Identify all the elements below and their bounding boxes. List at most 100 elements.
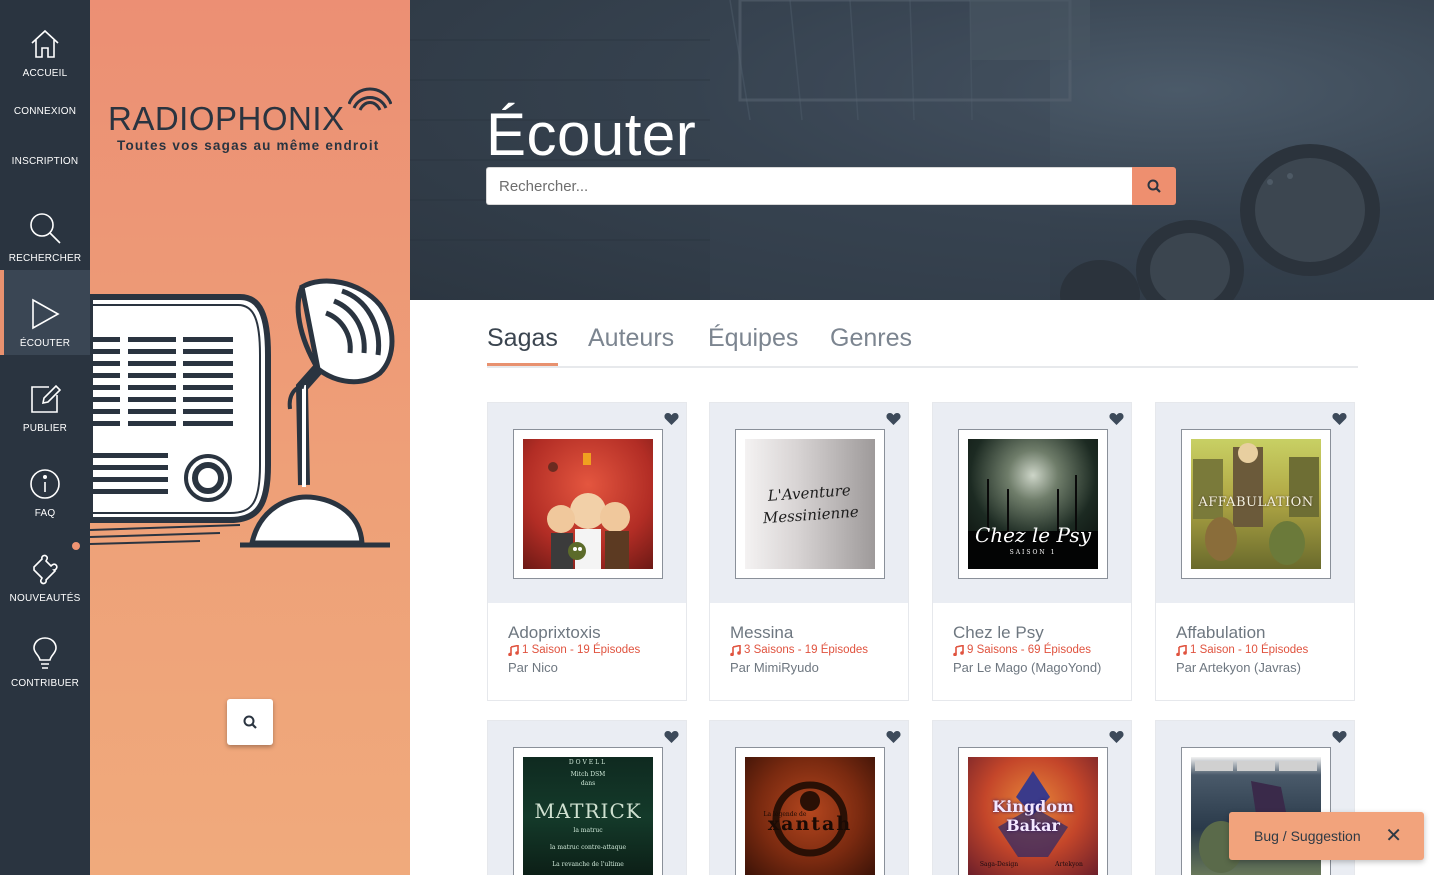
cover-frame: [513, 429, 663, 579]
heart-icon[interactable]: [1109, 412, 1124, 426]
notification-dot: [72, 542, 80, 550]
search-icon: [243, 715, 257, 729]
heart-icon[interactable]: [1332, 412, 1347, 426]
cover-chez-le-psy: Chez le Psy SAISON 1: [968, 439, 1098, 569]
saga-author[interactable]: Par Le Mago (MagoYond): [953, 657, 1111, 679]
card-body: Affabulation 1 Saison - 10 Épisodes Par …: [1156, 603, 1354, 700]
nav-item-nouveautes[interactable]: NOUVEAUTÉS: [0, 525, 90, 610]
bug-suggestion-widget[interactable]: Bug / Suggestion ✕: [1229, 812, 1424, 860]
cover-left: Saga-Design: [979, 861, 1019, 868]
saga-card[interactable]: La légende de xantah: [709, 720, 909, 875]
card-cover-area: L'Aventure Messinienne: [710, 403, 908, 603]
close-icon[interactable]: ✕: [1385, 826, 1402, 846]
nav-label: FAQ: [34, 508, 56, 519]
cover-line1: Mitch DSM: [570, 771, 606, 778]
saga-title[interactable]: Affabulation: [1176, 623, 1334, 643]
site-logo[interactable]: RADIOPHONIX: [108, 100, 345, 138]
heart-icon[interactable]: [886, 730, 901, 744]
nav-item-ecouter[interactable]: ÉCOUTER: [0, 270, 90, 355]
nav-item-accueil[interactable]: ACCUEIL: [0, 0, 90, 85]
nav-label: CONNEXION: [13, 106, 77, 117]
saga-card[interactable]: Adoprixtoxis 1 Saison - 19 Épisodes Par …: [487, 402, 687, 701]
card-cover-area: La légende de xantah: [710, 721, 908, 875]
cover-right: Artekyon: [1055, 861, 1083, 868]
card-body: Adoprixtoxis 1 Saison - 19 Épisodes Par …: [488, 603, 686, 700]
saga-meta-text: 1 Saison - 10 Épisodes: [1190, 644, 1309, 656]
tab-sagas[interactable]: Sagas: [487, 324, 558, 366]
cover-kingdom-bakar: Kingdom Bakar Saga-Design Artekyon: [968, 757, 1098, 875]
cover-subtitle: SAISON 1: [1009, 549, 1057, 556]
category-tabs: Sagas Auteurs Équipes Genres: [487, 322, 1358, 368]
search-button[interactable]: [1132, 167, 1176, 205]
saga-title[interactable]: Messina: [730, 623, 888, 643]
cover-line2: dans: [580, 780, 596, 787]
info-icon: [30, 469, 60, 499]
heart-icon[interactable]: [1109, 730, 1124, 744]
brand-panel: RADIOPHONIX Toutes vos sagas au même end…: [90, 0, 410, 875]
saga-card[interactable]: DOVELL Mitch DSM dans MATRICK la matruc …: [487, 720, 687, 875]
play-icon: [32, 298, 60, 330]
card-cover-area: DOVELL Mitch DSM dans MATRICK la matruc …: [488, 721, 686, 875]
search-icon: [30, 213, 61, 244]
nav-item-publier[interactable]: PUBLIER: [0, 355, 90, 440]
nav-label: ACCUEIL: [22, 68, 68, 79]
nav-label: PUBLIER: [22, 423, 68, 434]
saga-card[interactable]: AFFABULATION Affabulation 1 Saison - 10 …: [1155, 402, 1355, 701]
saga-meta: 1 Saison - 19 Épisodes: [508, 643, 666, 657]
nav-label: RECHERCHER: [8, 253, 82, 264]
cover-frame: AFFABULATION: [1181, 429, 1331, 579]
lightbulb-icon: [33, 637, 57, 669]
card-body: Messina 3 Saisons - 19 Épisodes Par Mimi…: [710, 603, 908, 700]
saga-author[interactable]: Par Artekyon (Javras): [1176, 657, 1334, 679]
hero-banner: Écouter: [410, 0, 1434, 300]
bug-suggestion-label[interactable]: Bug / Suggestion: [1254, 828, 1361, 844]
cover-frame: L'Aventure Messinienne: [735, 429, 885, 579]
side-search-button[interactable]: [227, 699, 273, 745]
cover-frame: DOVELL Mitch DSM dans MATRICK la matruc …: [513, 747, 663, 875]
music-note-icon: [1176, 644, 1187, 656]
heart-icon[interactable]: [664, 730, 679, 744]
saga-author[interactable]: Par Nico: [508, 657, 666, 679]
heart-icon[interactable]: [664, 412, 679, 426]
nav-item-faq[interactable]: FAQ: [0, 440, 90, 525]
saga-card[interactable]: Chez le Psy SAISON 1 Chez le Psy 9 Saiso…: [932, 402, 1132, 701]
saga-title[interactable]: Chez le Psy: [953, 623, 1111, 643]
cover-xantah: La légende de xantah: [745, 757, 875, 875]
card-body: Chez le Psy 9 Saisons - 69 Épisodes Par …: [933, 603, 1131, 700]
cover-title: Chez le Psy: [975, 523, 1091, 547]
home-icon: [31, 29, 59, 58]
cover-matrick: DOVELL Mitch DSM dans MATRICK la matruc …: [523, 757, 653, 875]
nav-item-rechercher[interactable]: RECHERCHER: [0, 185, 90, 270]
card-cover-area: AFFABULATION: [1156, 403, 1354, 603]
heart-icon[interactable]: [886, 412, 901, 426]
nav-item-connexion[interactable]: CONNEXION: [0, 85, 90, 123]
cover-adoprixtoxis: [523, 439, 653, 569]
nav-item-inscription[interactable]: INSCRIPTION: [0, 123, 90, 173]
cover-affabulation: AFFABULATION: [1191, 439, 1321, 569]
edit-icon: [31, 384, 61, 413]
saga-author[interactable]: Par MimiRyudo: [730, 657, 888, 679]
saga-meta: 9 Saisons - 69 Épisodes: [953, 643, 1111, 657]
search-bar: [486, 167, 1176, 205]
nav-item-contribuer[interactable]: CONTRIBUER: [0, 610, 90, 695]
card-cover-area: Kingdom Bakar Saga-Design Artekyon: [933, 721, 1131, 875]
main-nav: ACCUEIL CONNEXION INSCRIPTION RECHERCHER…: [0, 0, 90, 875]
saga-title[interactable]: Adoprixtoxis: [508, 623, 666, 643]
nav-label: INSCRIPTION: [11, 156, 79, 167]
cover-title: AFFABULATION: [1198, 495, 1314, 510]
saga-meta: 3 Saisons - 19 Épisodes: [730, 643, 888, 657]
cover-frame: La légende de xantah: [735, 747, 885, 875]
music-note-icon: [730, 644, 741, 656]
heart-icon[interactable]: [1332, 730, 1347, 744]
tab-genres[interactable]: Genres: [830, 324, 912, 363]
saga-card[interactable]: Kingdom Bakar Saga-Design Artekyon: [932, 720, 1132, 875]
search-input[interactable]: [486, 167, 1132, 205]
nav-label: CONTRIBUER: [10, 678, 80, 689]
tab-auteurs[interactable]: Auteurs: [588, 324, 674, 363]
tab-equipes[interactable]: Équipes: [708, 324, 798, 363]
nav-label: ÉCOUTER: [19, 338, 71, 349]
page-title: Écouter: [486, 101, 697, 168]
puzzle-icon: [33, 554, 58, 585]
saga-card[interactable]: L'Aventure Messinienne Messina 3 Saisons…: [709, 402, 909, 701]
cover-title: Kingdom Bakar: [992, 797, 1074, 835]
